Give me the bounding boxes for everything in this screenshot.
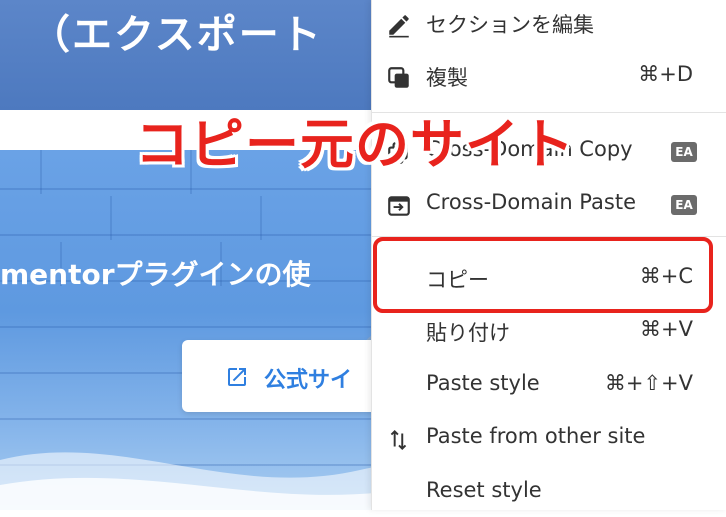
hero-heading: mentorプラグインの使 bbox=[0, 258, 311, 291]
menu-item-label: Paste style bbox=[426, 371, 540, 395]
menu-item-shortcut: ⌘+V bbox=[640, 317, 693, 341]
paste-window-icon bbox=[386, 193, 412, 219]
ea-badge: EA bbox=[671, 195, 697, 215]
annotation-label: コピー元のサイト bbox=[135, 113, 575, 176]
external-link-icon bbox=[225, 365, 249, 393]
duplicate-icon bbox=[386, 65, 412, 91]
menu-item-cross-domain-paste[interactable]: Cross-Domain Paste EA bbox=[372, 181, 726, 229]
menu-item-paste-style[interactable]: Paste style ⌘+⇧+V bbox=[372, 362, 726, 410]
menu-item-label: セクションを編集 bbox=[426, 13, 594, 37]
menu-item-label: Paste from other site bbox=[426, 424, 646, 448]
swap-arrows-icon bbox=[386, 427, 412, 453]
menu-item-label: 複製 bbox=[426, 66, 468, 90]
official-site-button-label: 公式サイ bbox=[264, 368, 353, 393]
ea-badge: EA bbox=[671, 142, 697, 162]
menu-item-label: Cross-Domain Paste bbox=[426, 190, 636, 214]
menu-item-label: Reset style bbox=[426, 478, 542, 502]
copy-highlight-box bbox=[373, 237, 713, 313]
menu-item-label: 貼り付け bbox=[426, 321, 510, 345]
menu-item-paste-from-other-site[interactable]: Paste from other site bbox=[372, 415, 726, 463]
menu-item-shortcut: ⌘+⇧+V bbox=[604, 371, 693, 395]
pencil-icon bbox=[386, 12, 412, 38]
menu-item-shortcut: ⌘+D bbox=[638, 62, 693, 86]
header-title: （エクスポート bbox=[30, 12, 323, 58]
menu-item-edit-section[interactable]: セクションを編集 bbox=[372, 0, 726, 48]
menu-item-paste[interactable]: 貼り付け ⌘+V bbox=[372, 308, 726, 356]
menu-item-duplicate[interactable]: 複製 ⌘+D bbox=[372, 53, 726, 101]
